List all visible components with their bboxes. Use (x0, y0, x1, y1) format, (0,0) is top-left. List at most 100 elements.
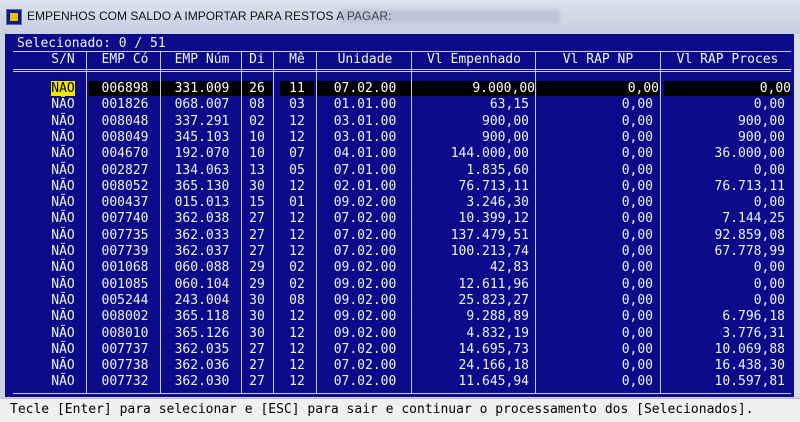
col-sn-cell[interactable]: NÃO (51, 81, 75, 96)
header-col-vl-rap-np: Vl RAP NP (562, 52, 634, 67)
col-vl-empenhado-cell: 11.645,94 (458, 374, 529, 390)
table-row[interactable]: NÃO 005244 243.004 30 08 09.02.00 25.823,27 0,0… (5, 293, 794, 308)
col-emp-cod-cell: 002827 (101, 162, 149, 178)
col-sn-cell[interactable]: NÃO (43, 114, 83, 129)
col-emp-cod-cell: 008002 (101, 309, 149, 325)
col-vl-rap-np-cell: 0,00 (621, 97, 653, 113)
col-sn-cell[interactable]: NÃO (43, 277, 83, 292)
table-row[interactable]: NÃO 007738 362.036 27 12 07.02.00 24.166,18 0,0… (5, 358, 794, 373)
col-unidade-cell: 01.01.00 (333, 97, 397, 113)
column-divider (273, 51, 274, 393)
title-bar: EMPENHOS COM SALDO A IMPORTAR PARA RESTO… (0, 0, 800, 34)
col-sn-cell[interactable]: NÃO (43, 228, 83, 243)
col-vl-empenhado-cell: 25.823,27 (458, 292, 529, 308)
col-mes-cell: 12 (289, 341, 305, 357)
col-unidade-cell: 09.02.00 (333, 195, 397, 211)
col-vl-empenhado-cell: 1.835,60 (466, 162, 529, 178)
col-sn-cell[interactable]: NÃO (43, 342, 83, 357)
col-dia-cell: 13 (249, 162, 265, 178)
col-emp-cod-cell: 008010 (101, 325, 149, 341)
col-mes-cell: 12 (289, 244, 305, 259)
header-col-unidade: Unidade (337, 52, 393, 67)
table-row[interactable]: NÃO 007737 362.035 27 12 07.02.00 14.695,73 0,0… (5, 342, 794, 357)
col-emp-num-cell: 192.070 (174, 146, 230, 162)
col-sn-cell[interactable]: NÃO (43, 309, 83, 324)
col-dia-cell: 30 (249, 309, 265, 325)
col-vl-rap-np-cell: 0,00 (537, 81, 659, 96)
col-vl-rap-np-cell: 0,00 (621, 211, 653, 227)
table-row[interactable]: NÃO 008052 365.130 30 12 02.01.00 76.713,11 0,0… (5, 179, 794, 194)
col-emp-cod-cell: 006898 (89, 81, 161, 96)
column-divider (660, 51, 661, 393)
table-row[interactable]: NÃO 001085 060.104 29 02 09.02.00 12.611,96 0,0… (5, 277, 794, 292)
col-vl-rap-proces-cell: 0,00 (664, 81, 791, 96)
table-row[interactable]: NÃO 004670 192.070 10 07 04.01.00 144.000,00 0,… (5, 146, 794, 161)
col-emp-cod-cell: 007738 (101, 358, 149, 374)
col-emp-num-cell: 345.103 (174, 129, 230, 145)
header-col-emp-cod: EMP Có (101, 52, 149, 67)
table-row[interactable]: NÃO 008002 365.118 30 12 09.02.00 9.288,89 0,00… (5, 309, 794, 324)
col-vl-rap-proces-cell: 16.438,30 (714, 358, 785, 374)
col-unidade-cell: 07.02.00 (333, 374, 397, 390)
table-row[interactable]: NÃO 001068 060.088 29 02 09.02.00 42,83 0,00 0,0… (5, 260, 794, 275)
col-emp-num-cell: 362.030 (174, 374, 230, 390)
col-sn-cell[interactable]: NÃO (43, 244, 83, 259)
col-sn-cell[interactable]: NÃO (43, 195, 83, 210)
table-row[interactable]: NÃO 007735 362.033 27 12 07.02.00 137.479,51 0,… (5, 228, 794, 243)
col-sn-cell[interactable]: NÃO (43, 211, 83, 226)
col-sn-cell[interactable]: NÃO (43, 326, 83, 341)
col-vl-rap-np-cell: 0,00 (621, 292, 653, 308)
col-vl-rap-proces-cell: 0,00 (753, 195, 785, 211)
col-dia-cell: 27 (249, 227, 265, 243)
selection-counter: Selecionado: 0 / 51 (17, 36, 166, 51)
col-vl-empenhado-cell: 900,00 (482, 113, 529, 129)
col-unidade-cell: 09.02.00 (333, 309, 397, 325)
col-mes-cell: 12 (289, 309, 305, 325)
col-vl-empenhado-cell: 9.000,00 (413, 81, 535, 96)
col-vl-empenhado-cell: 3.246,30 (466, 195, 529, 211)
table-row[interactable]: NÃO 008048 337.291 02 12 03.01.00 900,00 0,00 90… (5, 114, 794, 129)
table-row[interactable]: NÃO 007740 362.038 27 12 07.02.00 10.399,12 0,0… (5, 211, 794, 226)
col-vl-rap-np-cell: 0,00 (621, 129, 653, 145)
col-dia-cell: 10 (249, 146, 265, 162)
col-dia-cell: 27 (249, 341, 265, 357)
col-sn-cell[interactable]: NÃO (43, 130, 83, 145)
col-sn-cell[interactable]: NÃO (43, 260, 83, 275)
table-row[interactable]: NÃO 008049 345.103 10 12 03.01.00 900,00 0,00 90… (5, 130, 794, 145)
table-row[interactable]: NÃO 001826 068.007 08 03 01.01.00 63,15 0,00 0,0… (5, 97, 794, 112)
table-row[interactable]: NÃO 002827 134.063 13 05 07.01.00 1.835,60 0,00… (5, 163, 794, 178)
col-mes-cell: 08 (289, 292, 305, 308)
col-emp-cod-cell: 001826 (101, 97, 149, 113)
col-sn-cell[interactable]: NÃO (43, 179, 83, 194)
table-row[interactable]: NÃO 008010 365.126 30 12 09.02.00 4.832,19 0,00… (5, 326, 794, 341)
col-unidade-cell: 07.02.00 (333, 211, 397, 227)
col-emp-cod-cell: 008048 (101, 113, 149, 129)
status-message: Tecle [Enter] para selecionar e [ESC] pa… (10, 402, 754, 417)
col-vl-empenhado-cell: 100.213,74 (450, 244, 529, 259)
col-vl-rap-np-cell: 0,00 (621, 113, 653, 129)
col-unidade-cell: 04.01.00 (333, 146, 397, 162)
col-sn-cell[interactable]: NÃO (43, 146, 83, 161)
table-row[interactable]: NÃO 007732 362.030 27 12 07.02.00 11.645,94 0,0… (5, 374, 794, 389)
table-row[interactable]: NÃO 006898 331.009 26 11 07.02.00 9.000,00 0,00… (5, 81, 794, 96)
col-unidade-cell: 07.02.00 (333, 341, 397, 357)
col-vl-rap-proces-cell: 92.859,08 (714, 227, 785, 243)
col-vl-rap-proces-cell: 76.713,11 (714, 178, 785, 194)
col-emp-cod-cell: 008049 (101, 129, 149, 145)
table-row[interactable]: NÃO 000437 015.013 15 01 09.02.00 3.246,30 0,00… (5, 195, 794, 210)
col-vl-rap-np-cell: 0,00 (621, 260, 653, 276)
col-sn-cell[interactable]: NÃO (43, 293, 83, 308)
scrollbar[interactable] (794, 34, 800, 397)
redacted-title-region (340, 9, 560, 23)
col-dia-cell: 30 (249, 292, 265, 308)
col-emp-cod-cell: 007737 (101, 341, 149, 357)
col-emp-num-cell: 134.063 (174, 162, 230, 178)
col-sn-cell[interactable]: NÃO (43, 358, 83, 373)
col-mes-cell: 12 (289, 211, 305, 227)
col-sn-cell[interactable]: NÃO (43, 163, 83, 178)
col-dia-cell: 30 (249, 178, 265, 194)
col-sn-cell[interactable]: NÃO (43, 97, 83, 112)
header-col-dia: Di (249, 52, 265, 67)
col-sn-cell[interactable]: NÃO (43, 374, 83, 389)
table-row[interactable]: NÃO 007739 362.037 27 12 07.02.00 100.213,74 0,… (5, 244, 794, 259)
